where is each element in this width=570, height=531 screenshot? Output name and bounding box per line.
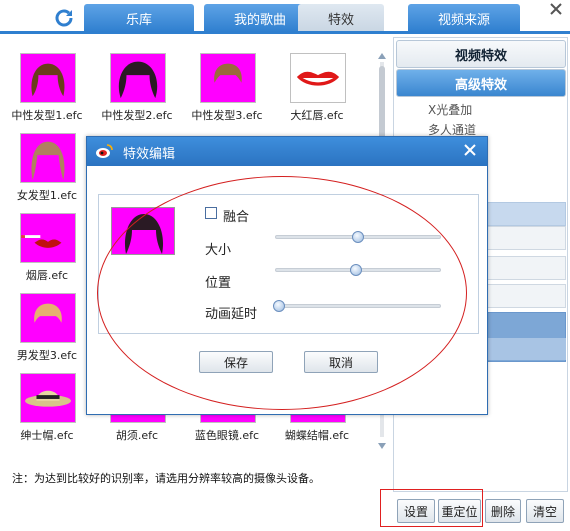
grid-item-label: 蓝色眼镜.efc [194,429,260,442]
grid-item[interactable]: 大红唇.efc [272,37,362,122]
position-label: 位置 [205,276,232,291]
video-effects-button[interactable]: 视频特效 [396,40,566,68]
dialog-titlebar[interactable]: 特效编辑 [87,137,487,166]
animation-delay-slider[interactable] [273,300,441,312]
blend-checkbox[interactable] [205,207,217,219]
grid-item[interactable]: 女发型1.efc [2,117,92,202]
grid-item[interactable]: 中性发型3.efc [182,37,272,122]
hair-female-icon [20,133,76,183]
delete-button[interactable]: 删除 [485,499,521,523]
tab-video-source[interactable]: 视频来源 [408,4,520,32]
top-bar: 乐库 我的歌曲 特效 视频来源 [0,0,570,34]
hair-neutral-icon [20,53,76,103]
blend-label: 融合 [223,210,250,225]
size-label: 大小 [205,243,232,258]
grid-item[interactable]: 绅士帽.efc [2,357,92,442]
grid-item[interactable]: 烟唇.efc [2,197,92,282]
note-text: 注：为达到比较好的识别率，请选用分辨率较高的摄像头设备。 [12,472,320,485]
advanced-effects-button[interactable]: 高级特效 [396,69,566,97]
size-slider-knob[interactable] [352,231,364,243]
tab-music-library[interactable]: 乐库 [84,4,194,32]
position-slider[interactable] [275,264,441,276]
weibo-icon [96,144,113,158]
save-button[interactable]: 保存 [199,351,273,373]
dialog-title: 特效编辑 [123,147,176,162]
animation-delay-label: 动画延时 [205,307,258,322]
grid-item-label: 大红唇.efc [290,109,344,122]
grid-item[interactable]: 中性发型1.efc [2,37,92,122]
hair-male-icon [20,293,76,343]
grid-item-label: 绅士帽.efc [20,429,74,442]
grid-item-label: 中性发型3.efc [191,109,263,122]
close-icon[interactable] [463,143,477,157]
settings-button[interactable]: 设置 [397,499,435,523]
tab-effects[interactable]: 特效 [298,4,384,32]
scroll-up-icon[interactable] [377,52,387,60]
size-slider[interactable] [275,231,441,243]
smoking-lips-icon [20,213,76,263]
grid-item[interactable]: 中性发型2.efc [92,37,182,122]
gentleman-hat-icon [20,373,76,423]
close-icon[interactable] [548,1,564,17]
refresh-icon[interactable] [52,6,76,30]
effect-preview-image [111,207,175,255]
hair-dark-icon [110,53,166,103]
grid-item-label: 中性发型2.efc [101,109,173,122]
reset-position-button[interactable]: 重定位 [438,499,481,523]
option-xray-overlay[interactable]: X光叠加 [428,101,472,118]
red-lips-icon [290,53,346,103]
cancel-button[interactable]: 取消 [304,351,378,373]
hair-light-icon [200,53,256,103]
grid-item-label: 胡须.efc [115,429,159,442]
grid-item-label: 蝴蝶结帽.efc [284,429,350,442]
effect-edit-dialog: 特效编辑 融合 大小 位置 动画延时 保存 取消 [86,136,488,415]
scroll-down-icon[interactable] [377,442,387,450]
clear-button[interactable]: 清空 [526,499,564,523]
grid-item[interactable]: 男发型3.efc [2,277,92,362]
